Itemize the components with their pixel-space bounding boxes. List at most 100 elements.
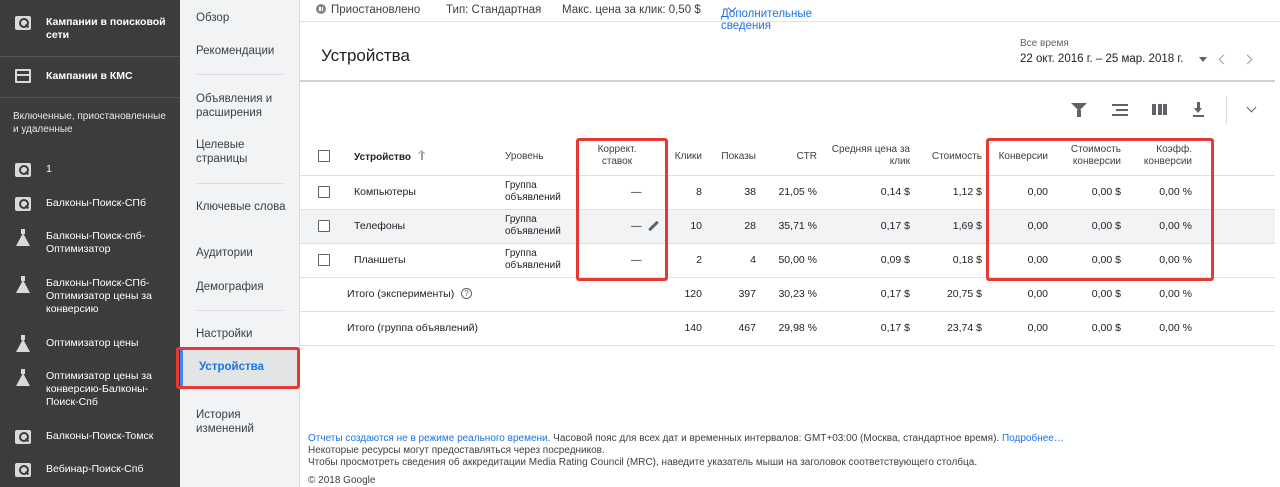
chevron-left-icon[interactable]: [1218, 54, 1229, 65]
cell-cost: 0,18 $: [952, 254, 982, 266]
cell-impr: 467: [738, 322, 756, 334]
nav-item-landing-pages[interactable]: Целевые страницы: [196, 138, 292, 166]
table-row[interactable]: Телефоны Группа объявлений — 10 28 35,71…: [300, 210, 1275, 244]
search-icon: [14, 428, 32, 446]
divider: [1226, 96, 1227, 124]
divider: [196, 183, 284, 184]
cell-conv-rate: 0,00 %: [1159, 186, 1192, 198]
column-cost[interactable]: Стоимость: [920, 151, 982, 163]
cell-conv: 0,00: [1027, 186, 1048, 198]
cell-ctr: 21,05 %: [778, 186, 817, 198]
cell-level: Группа объявлений: [505, 180, 561, 203]
column-bid-adj[interactable]: Коррект. ставок: [592, 144, 642, 168]
details-link[interactable]: Дополнительные сведения: [721, 3, 812, 32]
date-range-label: Все время: [1020, 38, 1069, 49]
divider: [196, 310, 284, 311]
status-state: Приостановлено: [331, 4, 421, 16]
cell-ctr: 35,71 %: [778, 220, 817, 232]
sidebar-item-label: Балконы-Поиск-спб-Оптимизатор: [46, 230, 146, 255]
search-icon: [14, 461, 32, 479]
download-icon[interactable]: [1191, 102, 1207, 118]
totals-row: Итого (группа объявлений) 140 467 29,98 …: [300, 312, 1275, 346]
row-checkbox[interactable]: [318, 186, 330, 198]
chevron-down-icon[interactable]: [1246, 102, 1257, 113]
column-cost-per-conv[interactable]: Стоимость конверсии: [1060, 144, 1121, 168]
edit-pencil-icon[interactable]: [648, 221, 659, 232]
cell-cost-conv: 0,00 $: [1091, 322, 1121, 334]
cell-conv: 0,00: [1027, 288, 1048, 300]
table-row[interactable]: Планшеты Группа объявлений — 2 4 50,00 %…: [300, 244, 1275, 278]
search-icon: [14, 195, 32, 213]
cell-device: Телефоны: [354, 220, 406, 232]
caret-down-icon[interactable]: [1199, 57, 1207, 62]
column-clicks[interactable]: Клики: [662, 151, 702, 163]
cell-conv-rate: 0,00 %: [1159, 254, 1192, 266]
sidebar-item-label: Оптимизатор цены за конверсию-Балконы-По…: [46, 370, 152, 408]
nav-item-keywords[interactable]: Ключевые слова: [196, 200, 292, 214]
row-checkbox[interactable]: [318, 254, 330, 266]
cell-ctr: 50,00 %: [778, 254, 817, 266]
divider: [0, 56, 180, 57]
campaign-status-bar: Приостановлено Тип: Стандартная Макс. це…: [300, 0, 1280, 32]
table-row[interactable]: Компьютеры Группа объявлений — 8 38 21,0…: [300, 176, 1275, 210]
cell-avg-cpc: 0,14 $: [880, 186, 910, 198]
sidebar-item-label: Вебинар-Поиск-Спб: [46, 463, 144, 475]
cell-ctr: 30,23 %: [778, 288, 817, 300]
experiment-icon: [14, 368, 32, 388]
nav-item-devices[interactable]: Устройства: [180, 349, 300, 387]
search-icon: [14, 161, 32, 179]
sidebar-item-label: 1: [46, 163, 52, 175]
filter-icon[interactable]: [1071, 103, 1087, 117]
cell-cost: 20,75 $: [946, 288, 982, 300]
cell-bid-adj: —: [631, 254, 642, 266]
nav-item-ads[interactable]: Объявления и расширения: [196, 92, 292, 120]
learn-more-link[interactable]: Подробнее…: [1002, 433, 1064, 444]
columns-icon[interactable]: [1152, 102, 1168, 118]
chevron-right-icon[interactable]: [1242, 54, 1253, 65]
nav-item-demographics[interactable]: Демография: [196, 280, 292, 294]
nav-item-overview[interactable]: Обзор: [196, 11, 292, 25]
campaign-type: Тип: Стандартная: [446, 4, 542, 16]
footer-note: Чтобы просмотреть сведения об аккредитац…: [308, 457, 978, 468]
segment-icon[interactable]: [1112, 102, 1128, 118]
cell-impr: 397: [738, 288, 756, 300]
sidebar-item-label: Балконы-Поиск-СПб: [46, 197, 146, 209]
display-icon: [14, 67, 32, 85]
cell-cost-conv: 0,00 $: [1091, 220, 1121, 232]
cell-impr: 28: [744, 220, 756, 232]
experiment-icon: [14, 334, 32, 354]
column-ctr[interactable]: CTR: [775, 151, 817, 163]
realtime-link[interactable]: Отчеты создаются не в режиме реального в…: [308, 433, 550, 444]
nav-item-label: Устройства: [199, 361, 264, 373]
cell-conv: 0,00: [1027, 220, 1048, 232]
select-all-checkbox[interactable]: [318, 150, 330, 162]
cell-conv-rate: 0,00 %: [1159, 220, 1192, 232]
row-checkbox[interactable]: [318, 220, 330, 232]
divider: [196, 74, 284, 75]
cell-conv-rate: 0,00 %: [1159, 288, 1192, 300]
cell-avg-cpc: 0,17 $: [880, 288, 910, 300]
nav-item-change-history[interactable]: История изменений: [196, 408, 292, 436]
nav-item-settings[interactable]: Настройки: [196, 327, 292, 341]
experiment-icon: [14, 228, 32, 248]
cell-conv: 0,00: [1027, 254, 1048, 266]
sidebar-item-label: Балконы-Поиск-Томск: [46, 430, 154, 442]
column-conversions[interactable]: Конверсии: [990, 151, 1048, 163]
sort-arrow-icon[interactable]: [418, 150, 426, 160]
help-icon[interactable]: ?: [461, 288, 472, 299]
column-device[interactable]: Устройство: [354, 152, 411, 164]
cell-level: Группа объявлений: [505, 248, 561, 271]
cell-clicks: 140: [684, 322, 702, 334]
table-header: Устройство Уровень Коррект. ставок Клики…: [300, 138, 1275, 176]
cell-level: Группа объявлений: [505, 214, 561, 237]
cell-avg-cpc: 0,17 $: [880, 220, 910, 232]
nav-item-audiences[interactable]: Аудитории: [196, 246, 292, 260]
column-conv-rate[interactable]: Коэфф. конверсии: [1132, 144, 1192, 168]
column-impr[interactable]: Показы: [715, 151, 756, 163]
cell-clicks: 120: [684, 288, 702, 300]
column-avg-cpc[interactable]: Средняя цена за клик: [825, 144, 910, 168]
cell-device: Планшеты: [354, 254, 406, 266]
date-range-selector[interactable]: 22 окт. 2016 г. – 25 мар. 2018 г.: [1020, 53, 1183, 65]
nav-item-recommendations[interactable]: Рекомендации: [196, 44, 292, 58]
column-level[interactable]: Уровень: [505, 151, 544, 163]
